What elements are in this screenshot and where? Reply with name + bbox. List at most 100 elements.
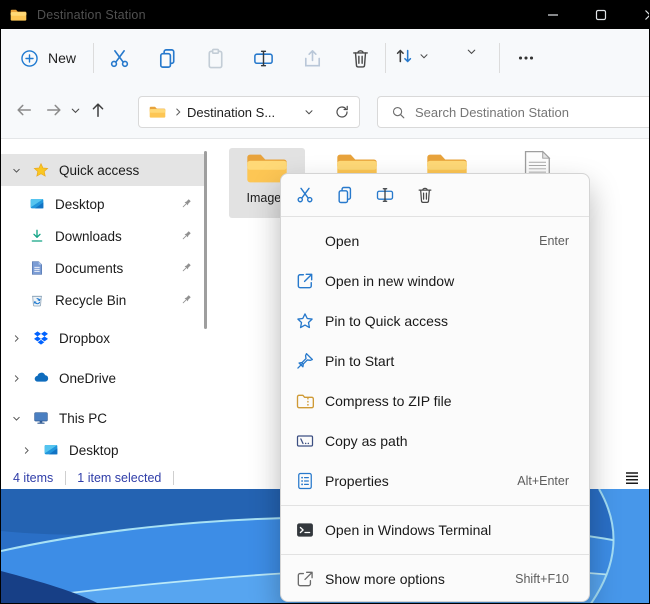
- title-bar: Destination Station: [1, 1, 649, 29]
- more-options-button[interactable]: [511, 45, 541, 71]
- sidebar-item-desktop[interactable]: Desktop: [1, 188, 207, 220]
- up-button[interactable]: [87, 101, 109, 123]
- toolbar-separator: [499, 43, 500, 73]
- sidebar-item-onedrive[interactable]: OneDrive: [1, 362, 207, 394]
- cut-button[interactable]: [106, 45, 132, 71]
- status-separator: [65, 471, 66, 485]
- thispc-icon: [33, 410, 49, 426]
- menu-item-pin-to-quick-access[interactable]: Pin to Quick access: [281, 301, 589, 341]
- search-box[interactable]: [377, 96, 650, 128]
- menu-item-properties[interactable]: PropertiesAlt+Enter: [281, 461, 589, 501]
- menu-item-copy-as-path[interactable]: Copy as path: [281, 421, 589, 461]
- menu-item-label: Open: [325, 233, 539, 249]
- address-dropdown-icon[interactable]: [303, 106, 315, 118]
- downloads-icon: [29, 228, 45, 244]
- menu-item-label: Show more options: [325, 571, 515, 587]
- sidebar-item-dropbox[interactable]: Dropbox: [1, 322, 207, 354]
- sidebar-item-label: Recycle Bin: [55, 293, 126, 308]
- chevron-right-icon[interactable]: [11, 333, 22, 344]
- chevron-down-icon[interactable]: [11, 165, 22, 176]
- back-button[interactable]: [13, 101, 35, 123]
- header: New Destination S...: [1, 29, 649, 139]
- rename-button[interactable]: [367, 179, 403, 211]
- up-arrow-icon: [88, 100, 108, 125]
- menu-item-compress-to-zip-file[interactable]: Compress to ZIP file: [281, 381, 589, 421]
- chevron-down-icon: [69, 104, 82, 122]
- menu-item-label: Open in new window: [325, 273, 589, 289]
- pin-icon: [179, 229, 193, 243]
- menu-item-shortcut: Enter: [539, 234, 569, 248]
- sort-icon: [393, 45, 415, 67]
- terminal-icon: [295, 520, 315, 540]
- dropbox-icon: [33, 330, 49, 346]
- share-icon: [301, 47, 324, 70]
- onedrive-icon: [33, 370, 49, 386]
- chevron-down-icon: [465, 45, 478, 58]
- delete-button[interactable]: [347, 45, 373, 71]
- chevron-right-icon[interactable]: [11, 373, 22, 384]
- file-explorer-window: Destination Station New: [0, 0, 650, 604]
- folder-icon: [10, 8, 27, 22]
- breadcrumb[interactable]: Destination S...: [187, 105, 275, 120]
- copy-button[interactable]: [327, 179, 363, 211]
- plus-circle-icon: [19, 48, 40, 69]
- maximize-button[interactable]: [584, 1, 618, 29]
- close-button[interactable]: [633, 1, 650, 29]
- forward-button[interactable]: [43, 101, 65, 123]
- recent-locations-button[interactable]: [69, 106, 82, 119]
- sidebar-item-label: Downloads: [55, 229, 122, 244]
- sidebar-item-label: OneDrive: [59, 371, 116, 386]
- toolbar-separator: [385, 43, 386, 73]
- chevron-down-icon[interactable]: [11, 413, 22, 424]
- rename-button[interactable]: [250, 45, 276, 71]
- sidebar-item-recycle-bin[interactable]: Recycle Bin: [1, 284, 207, 316]
- menu-item-pin-to-start[interactable]: Pin to Start: [281, 341, 589, 381]
- sidebar-item-quick-access[interactable]: Quick access: [1, 154, 207, 186]
- chevron-right-icon[interactable]: [21, 445, 32, 456]
- address-bar[interactable]: Destination S...: [138, 96, 360, 128]
- menu-item-label: Properties: [325, 473, 517, 489]
- sidebar-item-label: Desktop: [55, 197, 105, 212]
- sidebar: Quick access Desktop Downloads Documents Rec…: [1, 139, 207, 466]
- forward-arrow-icon: [44, 100, 64, 125]
- paste-icon: [204, 47, 227, 70]
- pin-outline-icon: [295, 351, 315, 371]
- copy-button[interactable]: [154, 45, 180, 71]
- view-button[interactable]: [465, 45, 478, 58]
- delete-button[interactable]: [407, 179, 443, 211]
- new-button[interactable]: New: [19, 43, 76, 73]
- menu-item-open-in-new-window[interactable]: Open in new window: [281, 261, 589, 301]
- sidebar-item-this-pc[interactable]: This PC: [1, 402, 207, 434]
- share-button[interactable]: [299, 45, 325, 71]
- sidebar-item-downloads[interactable]: Downloads: [1, 220, 207, 252]
- status-separator: [173, 471, 174, 485]
- menu-item-open[interactable]: OpenEnter: [281, 221, 589, 261]
- sidebar-item-label: Quick access: [59, 163, 139, 178]
- sidebar-item-label: Documents: [55, 261, 123, 276]
- menu-item-label: Compress to ZIP file: [325, 393, 589, 409]
- menu-item-shortcut: Alt+Enter: [517, 474, 569, 488]
- sidebar-item-label: Desktop: [69, 443, 119, 458]
- menu-separator: [281, 505, 589, 506]
- show-more-icon: [295, 569, 315, 589]
- rename-icon: [252, 47, 275, 70]
- sidebar-item-label: Dropbox: [59, 331, 110, 346]
- sidebar-item-documents[interactable]: Documents: [1, 252, 207, 284]
- cut-button[interactable]: [287, 179, 323, 211]
- paste-button[interactable]: [202, 45, 228, 71]
- refresh-icon[interactable]: [334, 104, 350, 120]
- sidebar-item-desktop[interactable]: Desktop: [1, 434, 207, 466]
- minimize-button[interactable]: [536, 1, 570, 29]
- context-menu: OpenEnter Open in new window Pin to Quick …: [280, 173, 590, 602]
- scissors-icon: [295, 185, 315, 205]
- hamburger-icon[interactable]: [623, 469, 641, 487]
- item-count: 4 items: [13, 471, 53, 485]
- new-button-label: New: [48, 50, 76, 66]
- open-new-window-icon: [295, 271, 315, 291]
- menu-item-open-in-windows-terminal[interactable]: Open in Windows Terminal: [281, 510, 589, 550]
- sort-button[interactable]: [393, 45, 430, 67]
- search-icon: [391, 105, 406, 120]
- pin-icon: [179, 197, 193, 211]
- menu-item-show-more-options[interactable]: Show more optionsShift+F10: [281, 559, 589, 599]
- search-input[interactable]: [415, 105, 635, 120]
